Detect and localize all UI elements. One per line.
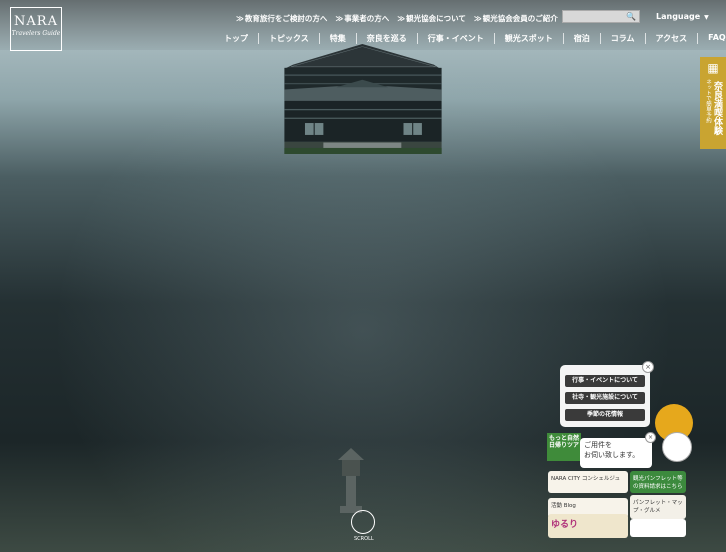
scroll-label: SCROLL xyxy=(354,536,374,542)
nav-item-explore[interactable]: 奈良を巡る xyxy=(355,33,417,44)
side-tab-title: 奈良満喫体験 xyxy=(712,81,722,135)
booking-side-tab[interactable]: ▦ ネットで簡単予約 奈良満喫体験 xyxy=(700,57,726,149)
nav-item-access[interactable]: アクセス xyxy=(644,33,698,44)
utility-link-education[interactable]: ≫教育旅行をご検討の方へ xyxy=(236,13,327,24)
chevron-right-icon: ≫ xyxy=(473,14,482,23)
chat-line1: ご用件を xyxy=(584,441,612,449)
nav-item-spots[interactable]: 観光スポット xyxy=(493,33,563,44)
nav-item-faq[interactable]: FAQ xyxy=(697,33,726,44)
chat-bubble[interactable]: ご用件を お伺い致します。 xyxy=(580,438,652,468)
logo-title: NARA xyxy=(14,14,58,29)
utility-link-label: 事業者の方へ xyxy=(344,14,390,23)
nature-tour-button[interactable]: もっと自然 日帰りツア xyxy=(547,433,581,461)
utility-link-label: 教育旅行をご検討の方へ xyxy=(244,14,328,23)
language-selector[interactable]: Language ▼ xyxy=(656,12,709,21)
utility-link-members[interactable]: ≫観光協会会員のご紹介 xyxy=(474,13,558,24)
logo-subtitle: Travelers Guide xyxy=(11,30,61,37)
yururi-banner[interactable]: ゆるり xyxy=(548,514,628,538)
utility-links: ≫教育旅行をご検討の方へ ≫事業者の方へ ≫観光協会について ≫観光協会会員のご… xyxy=(236,13,558,24)
extra-banner[interactable] xyxy=(630,519,686,537)
main-nav: トップ トピックス 特集 奈良を巡る 行事・イベント 観光スポット 宿泊 コラム… xyxy=(214,33,726,44)
utility-link-label: 観光協会会員のご紹介 xyxy=(482,14,558,23)
lantern-icon xyxy=(338,448,364,513)
yururi-label: ゆるり xyxy=(551,520,579,530)
pamphlet-banner[interactable]: 観光パンフレット等の資料請求はこちら xyxy=(630,471,686,493)
search-icon[interactable]: 🔍 xyxy=(626,12,636,21)
scroll-indicator[interactable] xyxy=(351,510,375,534)
calendar-icon: ▦ xyxy=(707,61,719,75)
nav-item-feature[interactable]: 特集 xyxy=(318,33,356,44)
nav-item-top[interactable]: トップ xyxy=(214,33,258,44)
concierge-banner[interactable]: NARA CITY コンシェルジュ xyxy=(548,471,628,493)
popup-link-temples[interactable]: 社寺・観光施設について xyxy=(565,392,645,404)
concierge-title: NARA CITY コンシェルジュ xyxy=(551,476,621,482)
site-logo[interactable]: NARA Travelers Guide xyxy=(10,7,62,51)
pamphlet-map-banner[interactable]: パンフレット・マップ・グルメ xyxy=(630,495,686,519)
chevron-right-icon: ≫ xyxy=(236,14,244,23)
utility-link-business[interactable]: ≫事業者の方へ xyxy=(335,13,389,24)
search-input[interactable]: 🔍 xyxy=(562,10,640,23)
language-label: Language xyxy=(656,12,701,21)
green-button-line2: 日帰りツア xyxy=(549,442,580,450)
utility-link-association[interactable]: ≫観光協会について xyxy=(397,13,466,24)
pamphlet-text: 観光パンフレット等の資料請求はこちら xyxy=(633,476,683,490)
close-icon[interactable]: × xyxy=(642,361,654,373)
nav-item-column[interactable]: コラム xyxy=(599,33,645,44)
hero-image xyxy=(0,0,726,552)
nav-item-topics[interactable]: トピックス xyxy=(258,33,319,44)
concierge-blog-label: 活動 Blog xyxy=(551,503,576,509)
mascot-avatar[interactable] xyxy=(662,432,692,462)
close-icon[interactable]: × xyxy=(645,432,656,443)
chevron-right-icon: ≫ xyxy=(397,14,406,23)
popup-link-events[interactable]: 行事・イベントについて xyxy=(565,375,645,387)
utility-link-label: 観光協会について xyxy=(406,14,466,23)
popup-link-flowers[interactable]: 季節の花情報 xyxy=(565,409,645,421)
pamphlet-map-label: パンフレット・マップ・グルメ xyxy=(633,500,683,514)
temple-illustration xyxy=(284,44,442,154)
chevron-down-icon: ▼ xyxy=(704,14,709,21)
chevron-right-icon: ≫ xyxy=(335,14,344,23)
quick-links-popup: × 行事・イベントについて 社寺・観光施設について 季節の花情報 xyxy=(560,361,654,427)
chat-line2: お伺い致します。 xyxy=(584,451,640,459)
nav-item-events[interactable]: 行事・イベント xyxy=(416,33,494,44)
nav-item-stay[interactable]: 宿泊 xyxy=(562,33,600,44)
